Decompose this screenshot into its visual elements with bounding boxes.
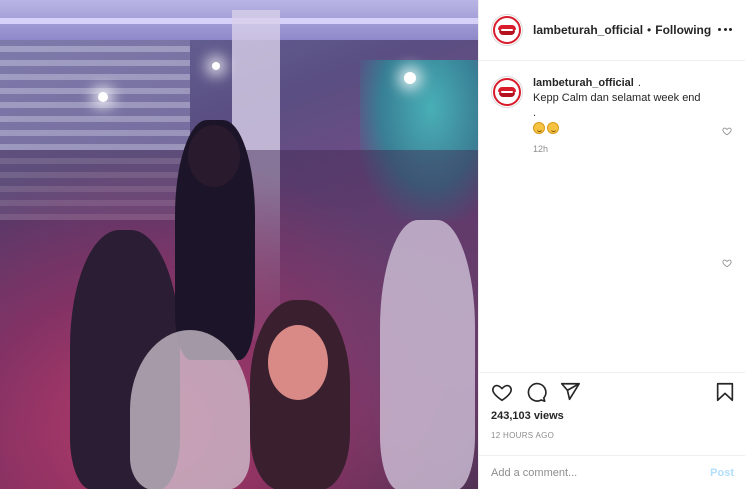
caption-text: Kepp Calm dan selamat week end [533, 92, 701, 104]
following-button[interactable]: Following [655, 23, 711, 37]
caption: lambeturah_official. Kepp Calm dan selam… [491, 76, 734, 157]
add-comment-bar: Post [479, 455, 745, 489]
comment-icon[interactable] [525, 381, 547, 403]
caption-avatar[interactable] [491, 76, 523, 108]
instagram-post: lambeturah_official • Following lambetur… [0, 0, 745, 489]
face-emoji-icon [533, 122, 545, 135]
header-username[interactable]: lambeturah_official [533, 23, 643, 37]
heart-icon[interactable] [491, 381, 513, 403]
caption-text-dot: . [533, 107, 537, 119]
post-comment-button[interactable]: Post [710, 467, 734, 479]
separator-dot: • [647, 23, 652, 37]
lips-logo-icon [493, 78, 521, 106]
comments-section: lambeturah_official. Kepp Calm dan selam… [479, 62, 745, 372]
view-count[interactable]: 243,103 views [491, 410, 564, 422]
caption-emojis [533, 121, 733, 136]
comment-like-heart-icon[interactable] [722, 258, 732, 268]
post-side-panel: lambeturah_official • Following lambetur… [478, 0, 745, 489]
comment-input[interactable] [491, 467, 711, 479]
post-timestamp[interactable]: 12 HOURS AGO [491, 431, 554, 440]
post-video[interactable] [0, 0, 478, 489]
post-actions: 243,103 views 12 HOURS AGO Post [479, 372, 745, 489]
share-icon[interactable] [559, 381, 581, 403]
post-header: lambeturah_official • Following [479, 0, 745, 61]
bookmark-icon[interactable] [714, 381, 736, 403]
more-options-icon[interactable] [718, 28, 732, 32]
avatar[interactable] [491, 14, 523, 46]
caption-username[interactable]: lambeturah_official [533, 77, 634, 89]
caption-suffix: . [637, 77, 641, 89]
face-emoji-icon [547, 122, 559, 135]
lips-logo-icon [493, 16, 521, 44]
comment-like-heart-icon[interactable] [722, 126, 732, 136]
caption-time[interactable]: 12h [533, 142, 733, 157]
